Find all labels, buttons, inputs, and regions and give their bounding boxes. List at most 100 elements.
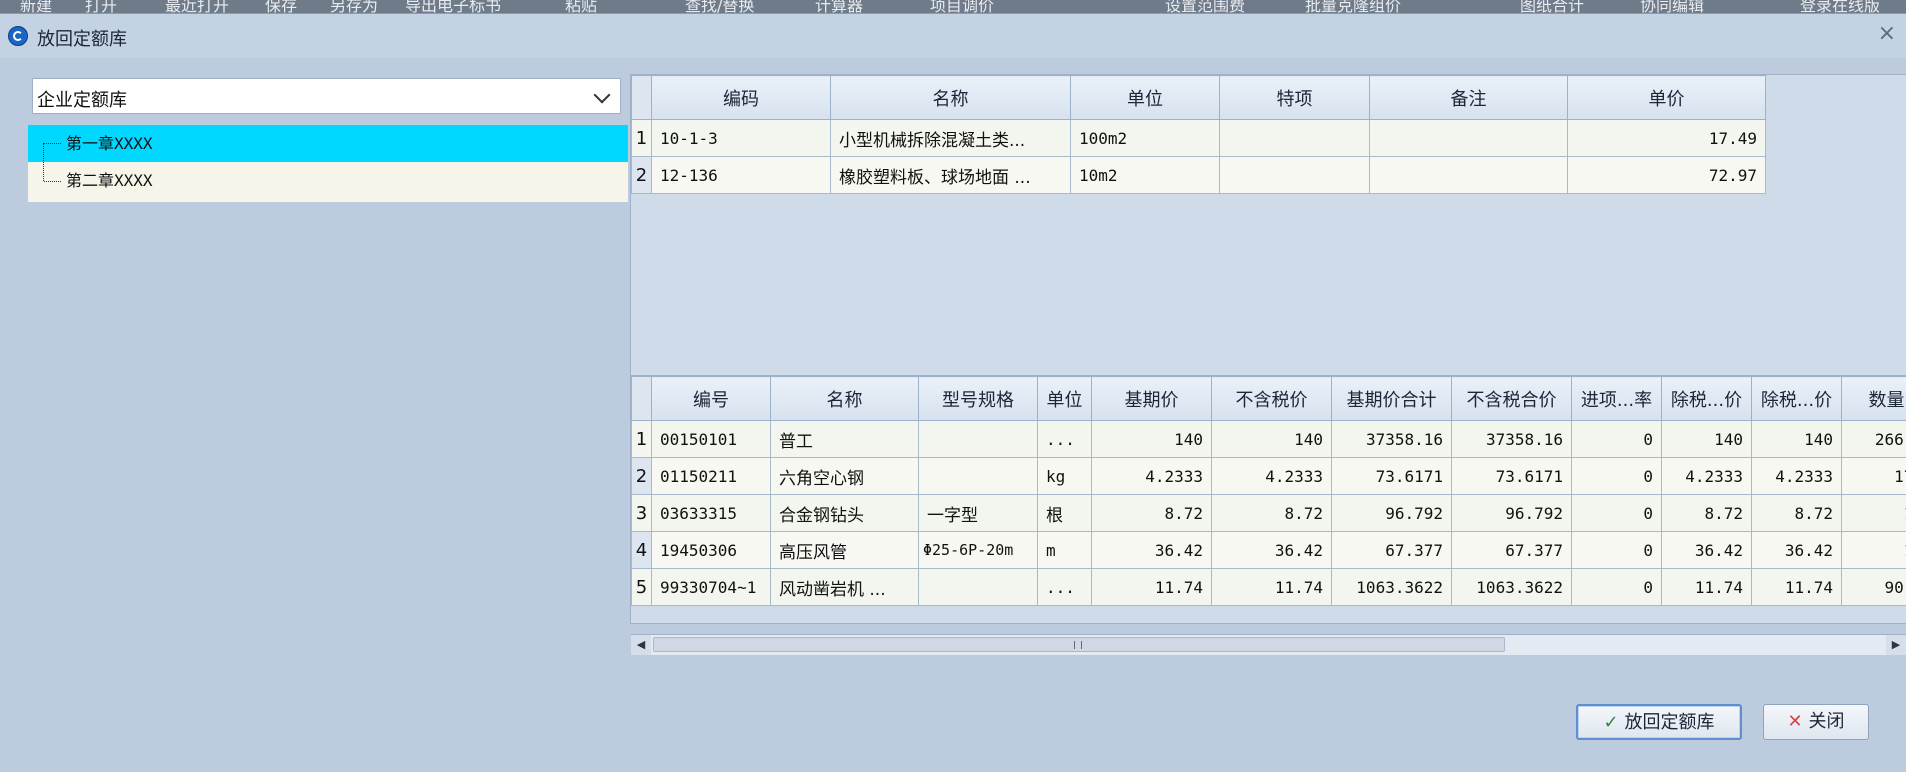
dialog-titlebar[interactable]: 放回定额库 × [0,14,1906,58]
cell-base-total[interactable]: 73.6171 [1332,458,1452,495]
cell-quantity[interactable]: 17. [1842,458,1906,495]
cell-name[interactable]: 普工 [771,421,919,458]
cell-base-price[interactable]: 8.72 [1092,495,1212,532]
column-header-ex-tax-price-2[interactable]: 除税...价 [1752,377,1842,421]
horizontal-scrollbar[interactable]: ◀ ▶ [631,634,1906,655]
cell-number[interactable]: 19450306 [652,532,771,569]
tree-node-chapter-1[interactable]: 第一章XXXX [28,125,628,162]
row-number[interactable]: 5 [632,569,652,606]
cell-name[interactable]: 六角空心钢 [771,458,919,495]
cell-unit[interactable]: 10m2 [1071,157,1220,194]
cell-base-price[interactable]: 36.42 [1092,532,1212,569]
cell-note[interactable] [1370,157,1568,194]
cell-price-excl-tax[interactable]: 36.42 [1212,532,1332,569]
return-to-library-button[interactable]: ✓放回定额库 [1576,704,1742,740]
grid-corner[interactable] [632,76,652,120]
cell-spec[interactable] [919,421,1038,458]
cell-base-price[interactable]: 140 [1092,421,1212,458]
column-header-base-price[interactable]: 基期价 [1092,377,1212,421]
cell-total-excl-tax[interactable]: 1063.3622 [1452,569,1572,606]
cell-unit[interactable]: m [1038,532,1092,569]
cell-name[interactable]: 橡胶塑料板、球场地面 ... [831,157,1071,194]
table-row[interactable]: 3 03633315 合金钢钻头 一字型 根 8.72 8.72 96.792 … [632,495,1906,532]
library-select[interactable]: 企业定额库 [32,78,621,114]
cell-base-total[interactable]: 96.792 [1332,495,1452,532]
scroll-right-icon[interactable]: ▶ [1886,635,1906,655]
tree-node-chapter-2[interactable]: 第二章XXXX [28,162,628,199]
grid-corner[interactable] [632,377,652,421]
cell-spec[interactable] [919,569,1038,606]
cell-spec[interactable]: Φ25-6P-20m [919,532,1038,569]
cell-name[interactable]: 风动凿岩机 ... [771,569,919,606]
table-row[interactable]: 1 00150101 普工 ... 140 140 37358.16 37358… [632,421,1906,458]
cell-ex-tax-price-2[interactable]: 36.42 [1752,532,1842,569]
cell-ex-tax-price-2[interactable]: 140 [1752,421,1842,458]
cell-price[interactable]: 17.49 [1568,120,1766,157]
cell-name[interactable]: 高压风管 [771,532,919,569]
column-header-name[interactable]: 名称 [771,377,919,421]
cell-price-excl-tax[interactable]: 4.2333 [1212,458,1332,495]
cell-unit[interactable]: 根 [1038,495,1092,532]
cell-base-total[interactable]: 37358.16 [1332,421,1452,458]
column-header-code[interactable]: 编码 [652,76,831,120]
column-header-ex-tax-price-1[interactable]: 除税...价 [1662,377,1752,421]
table-row[interactable]: 2 12-136 橡胶塑料板、球场地面 ... 10m2 72.97 [632,157,1766,194]
column-header-spec[interactable]: 型号规格 [919,377,1038,421]
cell-input-tax-rate[interactable]: 0 [1572,532,1662,569]
cell-name[interactable]: 合金钢钻头 [771,495,919,532]
cell-input-tax-rate[interactable]: 0 [1572,421,1662,458]
cell-unit[interactable]: 100m2 [1071,120,1220,157]
row-number[interactable]: 4 [632,532,652,569]
cell-input-tax-rate[interactable]: 0 [1572,458,1662,495]
cell-quantity[interactable]: 11 [1842,495,1906,532]
cell-quantity[interactable]: 266.8 [1842,421,1906,458]
cell-number[interactable]: 03633315 [652,495,771,532]
cell-ex-tax-price-1[interactable]: 36.42 [1662,532,1752,569]
cell-input-tax-rate[interactable]: 0 [1572,569,1662,606]
close-icon[interactable]: × [1878,22,1896,46]
row-number[interactable]: 3 [632,495,652,532]
cell-ex-tax-price-1[interactable]: 11.74 [1662,569,1752,606]
row-number[interactable]: 1 [632,421,652,458]
column-header-quantity[interactable]: 数量 [1842,377,1906,421]
cell-ex-tax-price-2[interactable]: 8.72 [1752,495,1842,532]
cell-code[interactable]: 12-136 [652,157,831,194]
column-header-total-excl-tax[interactable]: 不含税合价 [1452,377,1572,421]
cell-unit[interactable]: ... [1038,421,1092,458]
column-header-base-total[interactable]: 基期价合计 [1332,377,1452,421]
cell-special[interactable] [1220,120,1370,157]
cell-price-excl-tax[interactable]: 11.74 [1212,569,1332,606]
cell-spec[interactable]: 一字型 [919,495,1038,532]
column-header-number[interactable]: 编号 [652,377,771,421]
cell-ex-tax-price-2[interactable]: 4.2333 [1752,458,1842,495]
cell-price-excl-tax[interactable]: 8.72 [1212,495,1332,532]
column-header-price[interactable]: 单价 [1568,76,1766,120]
cell-note[interactable] [1370,120,1568,157]
column-header-name[interactable]: 名称 [831,76,1071,120]
column-header-special[interactable]: 特项 [1220,76,1370,120]
cell-base-total[interactable]: 1063.3622 [1332,569,1452,606]
cell-code[interactable]: 10-1-3 [652,120,831,157]
close-button[interactable]: ✕关闭 [1763,704,1869,740]
cell-unit[interactable]: ... [1038,569,1092,606]
cell-price-excl-tax[interactable]: 140 [1212,421,1332,458]
cell-total-excl-tax[interactable]: 73.6171 [1452,458,1572,495]
cell-number[interactable]: 01150211 [652,458,771,495]
column-header-input-tax-rate[interactable]: 进项...率 [1572,377,1662,421]
cell-total-excl-tax[interactable]: 67.377 [1452,532,1572,569]
cell-total-excl-tax[interactable]: 37358.16 [1452,421,1572,458]
column-header-price-excl-tax[interactable]: 不含税价 [1212,377,1332,421]
cell-quantity[interactable]: 1. [1842,532,1906,569]
cell-number[interactable]: 00150101 [652,421,771,458]
cell-number[interactable]: 99330704~1 [652,569,771,606]
cell-ex-tax-price-1[interactable]: 140 [1662,421,1752,458]
cell-base-price[interactable]: 11.74 [1092,569,1212,606]
cell-total-excl-tax[interactable]: 96.792 [1452,495,1572,532]
chevron-down-icon[interactable] [594,87,611,104]
table-row[interactable]: 5 99330704~1 风动凿岩机 ... ... 11.74 11.74 1… [632,569,1906,606]
cell-ex-tax-price-2[interactable]: 11.74 [1752,569,1842,606]
column-header-unit[interactable]: 单位 [1071,76,1220,120]
row-number[interactable]: 2 [632,157,652,194]
column-header-unit[interactable]: 单位 [1038,377,1092,421]
cell-base-total[interactable]: 67.377 [1332,532,1452,569]
